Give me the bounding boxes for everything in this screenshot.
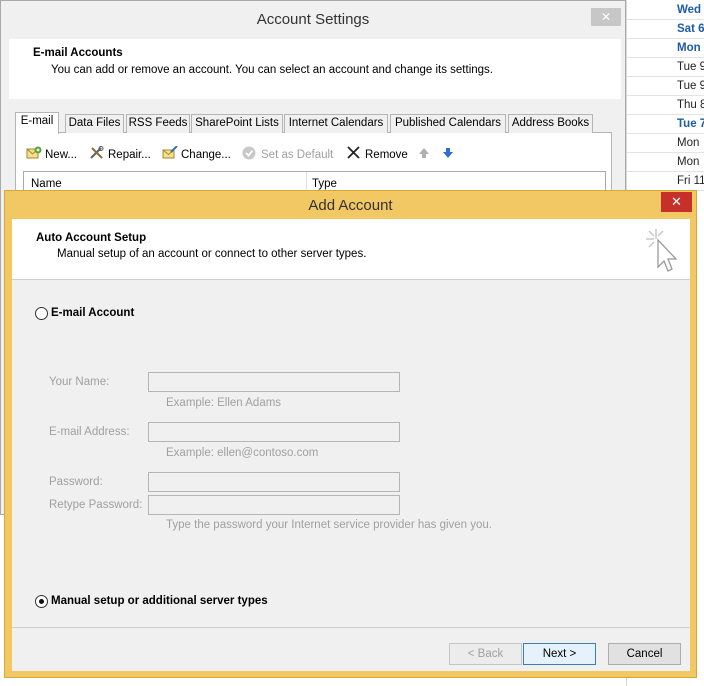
change-button[interactable]: Change... [162, 145, 231, 164]
new-account-icon [26, 146, 42, 160]
wizard-header: Auto Account Setup Manual setup of an ac… [12, 219, 690, 280]
calendar-row[interactable]: Mon [627, 134, 704, 153]
repair-button-label: Repair... [108, 149, 151, 161]
email-address-hint: Example: ellen@contoso.com [166, 447, 319, 459]
column-type[interactable]: Type [312, 178, 337, 190]
calendar-row[interactable]: Sat 6/ [627, 20, 704, 39]
email-address-field[interactable] [148, 422, 400, 442]
calendar-row[interactable]: Tue 7 [627, 115, 704, 134]
checkmark-icon [242, 146, 258, 160]
cursor-sparkle-icon [642, 225, 682, 275]
close-button[interactable]: ✕ [661, 192, 692, 212]
your-name-label: Your Name: [49, 376, 110, 388]
calendar-row[interactable]: Wed [627, 1, 704, 20]
repair-icon [89, 146, 105, 160]
email-account-label[interactable]: E-mail Account [51, 307, 134, 319]
account-settings-header: E-mail Accounts You can add or remove an… [9, 39, 621, 99]
calendar-row[interactable]: Thu 8 [627, 96, 704, 115]
close-button[interactable]: ✕ [591, 8, 621, 26]
password-field[interactable] [148, 472, 400, 492]
your-name-hint: Example: Ellen Adams [166, 397, 282, 409]
move-up-button[interactable] [417, 146, 436, 164]
column-name[interactable]: Name [31, 178, 62, 190]
footer-divider [12, 627, 690, 628]
calendar-row[interactable]: Tue 9 [627, 58, 704, 77]
change-account-icon [162, 145, 178, 160]
add-account-dialog: Add Account ✕ Auto Account Setup Manual … [4, 190, 697, 678]
email-address-label: E-mail Address: [49, 426, 130, 438]
wizard-header-title: Auto Account Setup [36, 232, 147, 244]
manual-setup-label[interactable]: Manual setup or additional server types [51, 595, 268, 607]
arrow-down-icon [441, 146, 457, 160]
header-title: E-mail Accounts [33, 47, 123, 59]
account-settings-titlebar[interactable]: Account Settings ✕ [1, 1, 625, 39]
tab-rss-feeds[interactable]: RSS Feeds [126, 114, 190, 133]
back-button[interactable]: < Back [449, 643, 522, 665]
retype-password-label: Retype Password: [49, 499, 143, 511]
next-button[interactable]: Next > [523, 643, 596, 665]
password-hint: Type the password your Internet service … [166, 519, 493, 531]
new-button[interactable]: New... [26, 146, 77, 164]
header-description: You can add or remove an account. You ca… [51, 64, 493, 76]
add-account-body: Auto Account Setup Manual setup of an ac… [12, 219, 690, 671]
set-as-default-label: Set as Default [261, 149, 334, 161]
new-button-label: New... [45, 149, 77, 161]
repair-button[interactable]: Repair... [89, 146, 151, 164]
tab-address-books[interactable]: Address Books [508, 114, 593, 133]
calendar-row[interactable]: Mon [627, 153, 704, 172]
arrow-up-icon [417, 146, 433, 160]
wizard-header-description: Manual setup of an account or connect to… [57, 248, 367, 260]
remove-x-icon [346, 146, 362, 160]
password-label: Password: [49, 476, 103, 488]
tab-email[interactable]: E-mail [15, 112, 59, 134]
column-divider [306, 172, 307, 192]
your-name-field[interactable] [148, 372, 400, 392]
change-button-label: Change... [181, 149, 231, 161]
calendar-row[interactable]: Tue 9 [627, 77, 704, 96]
move-down-button[interactable] [441, 146, 460, 164]
account-list-header: Name Type [23, 171, 606, 192]
email-account-radio[interactable] [35, 307, 48, 320]
retype-password-field[interactable] [148, 495, 400, 515]
tab-published-calendars[interactable]: Published Calendars [390, 114, 506, 133]
account-settings-title: Account Settings [256, 11, 370, 28]
add-account-title: Add Account [308, 197, 393, 214]
remove-button-label: Remove [365, 149, 408, 161]
remove-button[interactable]: Remove [346, 146, 408, 164]
tab-sharepoint-lists[interactable]: SharePoint Lists [191, 114, 283, 133]
tab-internet-calendars[interactable]: Internet Calendars [284, 114, 388, 133]
add-account-titlebar[interactable]: Add Account ✕ [5, 191, 696, 219]
cancel-button[interactable]: Cancel [608, 643, 681, 665]
manual-setup-radio[interactable] [35, 595, 48, 608]
calendar-row[interactable]: Fri 11 [627, 172, 704, 191]
calendar-row[interactable]: Mon [627, 39, 704, 58]
tab-data-files[interactable]: Data Files [65, 114, 124, 133]
set-as-default-button[interactable]: Set as Default [242, 146, 333, 164]
